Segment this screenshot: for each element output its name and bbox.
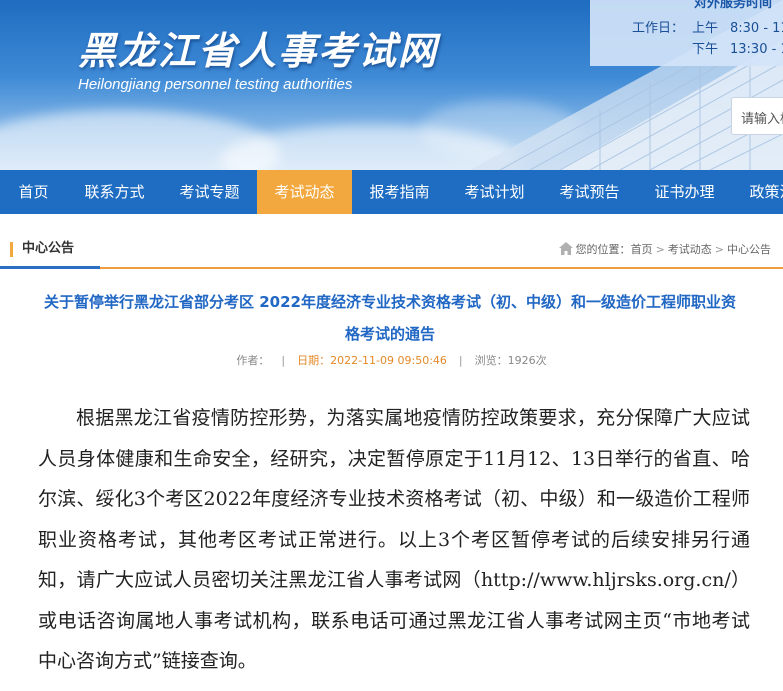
nav-item-3[interactable]: 考试动态 [257,170,352,214]
breadcrumb-exam-news[interactable]: 考试动态 [668,243,712,256]
service-hours-title: 对外服务时间 [694,0,773,11]
article-meta: 作者： | 日期：2022-11-09 09:50:46 | 浏览：1926次 [0,352,783,368]
date-label: 日期： [297,354,331,367]
article-body: 根据黑龙江省疫情防控形势，为落实属地疫情防控政策要求，充分保障广大应试人员身体健… [38,407,750,672]
section-bar: 中心公告 您的位置：首页 > 考试动态 > 中心公告 [0,231,783,269]
header-banner: 黑龙江省人事考试网 Heilongjiang personnel testing… [0,0,783,170]
afternoon-label: 下午 [692,42,719,57]
nav-item-2[interactable]: 考试专题 [162,170,257,214]
afternoon-hours: 下午 13:30 - 17:00 [692,38,783,57]
author-label: 作者： [236,354,270,367]
service-hours-panel: 对外服务时间 工作日： 上午 8:30 - 11:30 下午 13:30 - 17:… [590,0,783,66]
search-input[interactable]: 请输入标题 [731,97,783,135]
nav-item-5[interactable]: 考试计划 [447,170,542,214]
section-title: 中心公告 [0,231,100,269]
breadcrumb-separator: > [655,243,665,256]
breadcrumb-label: 您的位置： [575,243,631,256]
meta-separator: | [458,354,463,367]
breadcrumb: 您的位置：首页 > 考试动态 > 中心公告 [558,231,771,271]
nav-item-0[interactable]: 首页 [0,170,67,214]
afternoon-time: 13:30 - 17:00 [730,42,783,57]
morning-time: 8:30 - 11:30 [730,21,783,36]
nav-item-4[interactable]: 报考指南 [352,170,447,214]
nav-item-1[interactable]: 联系方式 [67,170,162,214]
views-count: 1926次 [507,354,547,367]
breadcrumb-home[interactable]: 首页 [631,243,653,256]
date-value: 2022-11-09 09:50:46 [330,354,447,367]
morning-hours: 上午 8:30 - 11:30 [692,17,783,36]
article-date: 日期：2022-11-09 09:50:46 [297,354,447,367]
site-subtitle: Heilongjiang personnel testing authoriti… [78,76,353,93]
breadcrumb-center-notice[interactable]: 中心公告 [727,243,771,256]
workday-label: 工作日： [632,21,685,36]
nav-item-7[interactable]: 证书办理 [637,170,732,214]
nav-item-8[interactable]: 政策法规 [732,170,783,214]
meta-separator: | [281,354,286,367]
nav-item-6[interactable]: 考试预告 [542,170,637,214]
breadcrumb-separator: > [714,243,724,256]
site-title: 黑龙江省人事考试网 [78,29,439,73]
home-icon [558,233,573,271]
article-title: 关于暂停举行黑龙江省部分考区 2022年度经济专业技术资格考试（初、中级）和一级… [44,293,736,343]
main-nav: 首页联系方式考试专题考试动态报考指南考试计划考试预告证书办理政策法规 [0,170,783,214]
section-title-label: 中心公告 [22,241,75,256]
morning-label: 上午 [692,21,719,36]
views-label: 浏览： [474,354,508,367]
